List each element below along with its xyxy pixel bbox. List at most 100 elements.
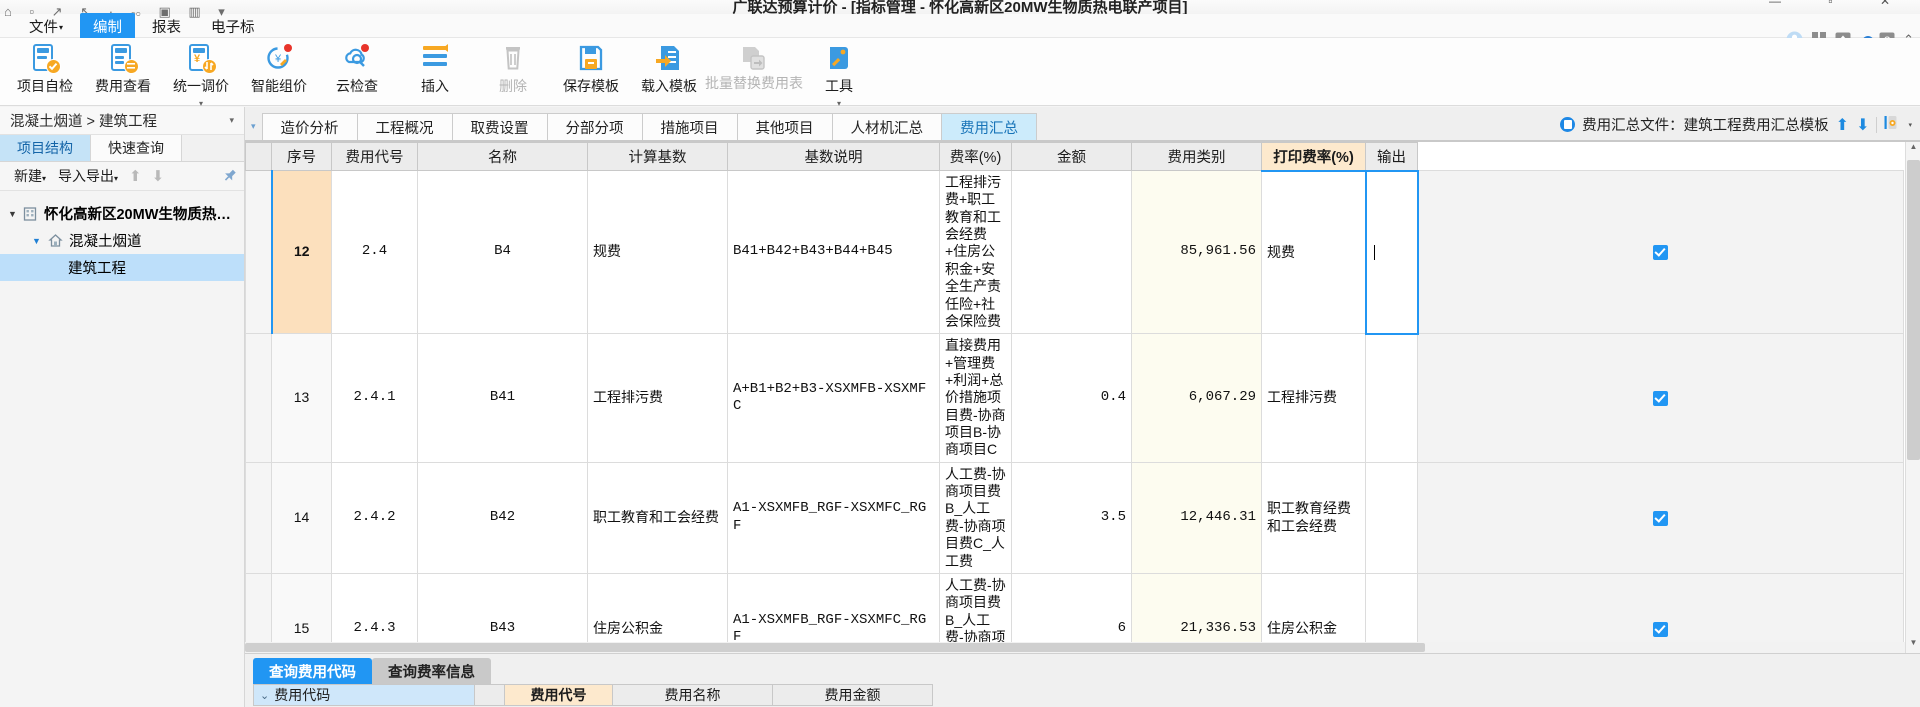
table-row[interactable]: 14 2.4.2 B42 职工教育和工会经费 A1-XSXMFB_RGF-XSX… <box>245 461 1904 574</box>
th-fee-code[interactable]: 费用代号 <box>331 142 418 171</box>
cell-rate[interactable] <box>1011 169 1132 335</box>
output-checkbox[interactable] <box>1653 245 1669 261</box>
tab-fee-summary[interactable]: 费用汇总 <box>941 113 1038 140</box>
cell-fee-code[interactable]: B41 <box>417 333 588 463</box>
row-pin-cell[interactable] <box>245 169 272 335</box>
tab-quick-query[interactable]: 快速查询 <box>91 135 182 161</box>
bottom-col-fee-amount[interactable]: 费用金额 <box>773 684 933 706</box>
cell-name[interactable]: 工程排污费 <box>587 333 728 463</box>
bottom-col-fee-code-tree[interactable]: ⌄ 费用代码 <box>253 684 475 706</box>
menu-item-file[interactable]: 文件▾ <box>16 13 76 40</box>
cell-print-rate[interactable] <box>1364 169 1419 335</box>
cell-fee-category[interactable]: 工程排污费 <box>1261 333 1366 463</box>
tree-node-building-works[interactable]: 建筑工程 <box>0 254 244 281</box>
pin-icon[interactable] <box>218 166 240 188</box>
th-seq[interactable]: 序号 <box>271 142 332 171</box>
menu-item-report[interactable]: 报表 <box>139 13 194 40</box>
tab-fee-settings[interactable]: 取费设置 <box>451 113 548 140</box>
table-row[interactable]: 13 2.4.1 B41 工程排污费 A+B1+B2+B3-XSXMFB-XSX… <box>245 333 1904 463</box>
scrollbar-thumb[interactable] <box>1907 160 1920 460</box>
ribbon-button-delete[interactable]: 删除 <box>474 38 552 104</box>
cell-base-desc[interactable]: 直接费用+管理费+利润+总价措施项目费-协商项目B-协商项目C <box>939 333 1012 463</box>
settings-icon[interactable] <box>1884 114 1901 135</box>
menu-item-edit[interactable]: 编制 <box>80 12 136 40</box>
cell-fee-category[interactable]: 规费 <box>1261 169 1366 335</box>
scroll-up-arrow[interactable]: ▲ <box>1906 142 1920 158</box>
import-export-button[interactable]: 导入导出▾ <box>54 164 122 188</box>
cell-name[interactable]: 规费 <box>587 169 728 335</box>
table-row[interactable]: 12 2.4 B4 规费 B41+B42+B43+B44+B45 工程排污费+职… <box>245 169 1904 335</box>
cell-name[interactable]: 职工教育和工会经费 <box>587 461 728 574</box>
cell-rate[interactable]: 3.5 <box>1011 461 1132 574</box>
scrollbar-thumb[interactable] <box>245 643 1425 652</box>
move-up-icon[interactable]: ⬆ <box>1836 115 1849 135</box>
ribbon-button-load-template[interactable]: 载入模板 <box>630 38 708 104</box>
cell-print-rate[interactable] <box>1365 461 1418 574</box>
output-checkbox[interactable] <box>1653 622 1668 638</box>
cell-amount[interactable]: 85,961.56 <box>1131 169 1262 335</box>
row-index[interactable]: 14 <box>271 461 332 574</box>
ribbon-button-save-template[interactable]: 保存模板 <box>552 38 630 104</box>
cell-seq[interactable]: 2.4.1 <box>331 333 418 463</box>
new-button[interactable]: 新建▾ <box>10 164 50 188</box>
tab-resource-summary[interactable]: 人材机汇总 <box>831 113 943 140</box>
cell-output[interactable] <box>1417 169 1904 335</box>
tree-node-project[interactable]: ▼ 怀化高新区20MW生物质热电联... <box>0 200 244 227</box>
chevron-down-icon[interactable]: ▾ <box>229 115 234 126</box>
cell-rate[interactable]: 0.4 <box>1011 333 1132 463</box>
chevron-down-icon[interactable]: ▾ <box>247 121 262 140</box>
th-output[interactable]: 输出 <box>1365 142 1418 171</box>
vertical-scrollbar[interactable]: ▲ ▼ <box>1905 142 1920 654</box>
bottom-col-fee-code[interactable]: 费用代号 <box>505 684 613 706</box>
cell-calc-base[interactable]: A+B1+B2+B3-XSXMFB-XSXMFC <box>727 333 940 463</box>
tab-project-structure[interactable]: 项目结构 <box>0 135 91 161</box>
th-fee-category[interactable]: 费用类别 <box>1131 142 1262 171</box>
row-index[interactable]: 12 <box>270 169 332 335</box>
tab-measure-items[interactable]: 措施项目 <box>641 113 738 140</box>
output-checkbox[interactable] <box>1653 510 1668 526</box>
bottom-col-fee-name[interactable]: 费用名称 <box>613 684 773 706</box>
ribbon-button-self-check[interactable]: 项目自检 <box>6 38 84 104</box>
th-print-rate[interactable]: 打印费率(%) <box>1261 142 1366 172</box>
cell-fee-code[interactable]: B4 <box>417 169 588 335</box>
tab-division-items[interactable]: 分部分项 <box>546 113 643 140</box>
menu-item-ebid[interactable]: 电子标 <box>198 13 268 40</box>
th-calc-base[interactable]: 计算基数 <box>587 142 728 171</box>
window-controls[interactable]: — ▫ ✕ <box>1769 0 1912 8</box>
cell-amount[interactable]: 6,067.29 <box>1131 333 1262 463</box>
ribbon-button-insert[interactable]: 插入 <box>396 38 474 104</box>
th-name[interactable]: 名称 <box>417 142 588 171</box>
ribbon-button-batch-replace[interactable]: 批量替换费用表 <box>705 38 803 104</box>
ribbon-button-smart-price[interactable]: ¥ 智能组价 <box>240 38 318 104</box>
row-index[interactable]: 13 <box>271 333 332 463</box>
cell-fee-category[interactable]: 职工教育经费和工会经费 <box>1261 461 1366 574</box>
cell-base-desc[interactable]: 工程排污费+职工教育和工会经费+住房公积金+安全生产责任险+社会保险费 <box>939 169 1012 335</box>
cell-fee-code[interactable]: B42 <box>417 461 588 574</box>
tree-node-unit[interactable]: ▼ 混凝土烟道 <box>0 227 244 254</box>
tab-cost-analysis[interactable]: 造价分析 <box>261 113 358 140</box>
th-rate[interactable]: 费率(%) <box>939 142 1012 171</box>
cell-output[interactable] <box>1417 333 1904 463</box>
twisty-icon[interactable]: ▼ <box>8 209 23 219</box>
row-pin-cell[interactable] <box>245 461 272 574</box>
ribbon-button-cloud-check[interactable]: 云检查 <box>318 38 396 104</box>
cell-output[interactable] <box>1417 461 1904 574</box>
cell-amount[interactable]: 12,446.31 <box>1131 461 1262 574</box>
move-down-icon[interactable]: ⬇ <box>149 167 168 185</box>
cell-seq[interactable]: 2.4.2 <box>331 461 418 574</box>
ribbon-button-tools[interactable]: 工具 ▾ <box>800 38 878 108</box>
cell-seq[interactable]: 2.4 <box>331 169 418 335</box>
chevron-down-icon[interactable]: ▾ <box>1908 121 1912 129</box>
ribbon-button-cost-view[interactable]: 费用查看 <box>84 38 162 104</box>
row-pin-cell[interactable] <box>245 333 272 463</box>
tab-query-rate-info[interactable]: 查询费率信息 <box>372 658 491 684</box>
tab-query-fee-code[interactable]: 查询费用代码 <box>253 658 372 684</box>
horizontal-scrollbar[interactable] <box>245 642 1905 653</box>
th-amount[interactable]: 金额 <box>1011 142 1132 171</box>
th-base-desc[interactable]: 基数说明 <box>727 142 940 171</box>
twisty-icon[interactable]: ▼ <box>32 236 48 246</box>
move-up-icon[interactable]: ⬆ <box>126 167 145 185</box>
scroll-down-arrow[interactable]: ▼ <box>1906 638 1920 654</box>
tab-project-overview[interactable]: 工程概况 <box>356 113 453 140</box>
ribbon-button-unified-price[interactable]: ¥ 统一调价 ▾ <box>162 38 240 108</box>
